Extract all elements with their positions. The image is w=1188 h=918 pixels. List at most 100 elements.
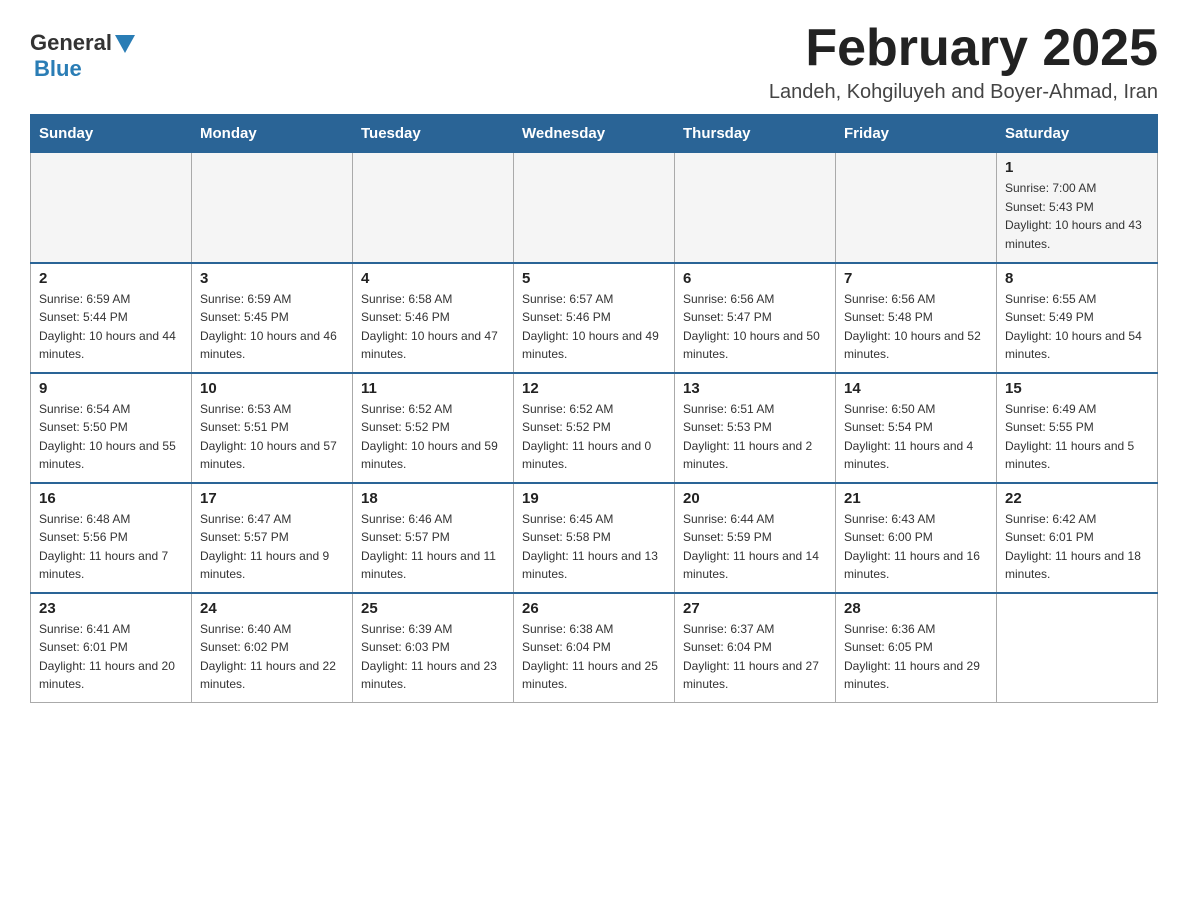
day-info: Sunrise: 6:41 AMSunset: 6:01 PMDaylight:… <box>39 620 183 694</box>
day-number: 14 <box>844 380 988 397</box>
day-number: 16 <box>39 490 183 507</box>
calendar-cell: 22 Sunrise: 6:42 AMSunset: 6:01 PMDayligh… <box>997 483 1158 593</box>
calendar-cell: 26 Sunrise: 6:38 AMSunset: 6:04 PMDayligh… <box>514 593 675 703</box>
calendar-cell: 23 Sunrise: 6:41 AMSunset: 6:01 PMDayligh… <box>31 593 192 703</box>
day-info: Sunrise: 6:38 AMSunset: 6:04 PMDaylight:… <box>522 620 666 694</box>
day-number: 2 <box>39 270 183 287</box>
day-number: 23 <box>39 600 183 617</box>
day-info: Sunrise: 6:52 AMSunset: 5:52 PMDaylight:… <box>522 400 666 474</box>
day-info: Sunrise: 6:49 AMSunset: 5:55 PMDaylight:… <box>1005 400 1149 474</box>
day-info: Sunrise: 6:39 AMSunset: 6:03 PMDaylight:… <box>361 620 505 694</box>
day-info: Sunrise: 6:40 AMSunset: 6:02 PMDaylight:… <box>200 620 344 694</box>
day-number: 19 <box>522 490 666 507</box>
logo-triangle-icon <box>115 35 135 53</box>
day-info: Sunrise: 6:45 AMSunset: 5:58 PMDaylight:… <box>522 510 666 584</box>
calendar-cell: 15Sunrise: 6:49 AMSunset: 5:55 PMDayligh… <box>997 373 1158 483</box>
calendar-cell: 27 Sunrise: 6:37 AMSunset: 6:04 PMDayligh… <box>675 593 836 703</box>
day-info: Sunrise: 6:42 AMSunset: 6:01 PMDaylight:… <box>1005 510 1149 584</box>
day-number: 25 <box>361 600 505 617</box>
weekday-header-sunday: Sunday <box>31 115 192 153</box>
calendar-cell: 2 Sunrise: 6:59 AMSunset: 5:44 PMDaylight… <box>31 263 192 373</box>
calendar-cell <box>353 153 514 263</box>
calendar-cell <box>836 153 997 263</box>
location-title: Landeh, Kohgiluyeh and Boyer-Ahmad, Iran <box>769 81 1158 104</box>
day-number: 21 <box>844 490 988 507</box>
header: General Blue February 2025 Landeh, Kohgi… <box>30 20 1158 104</box>
calendar-cell: 10Sunrise: 6:53 AMSunset: 5:51 PMDayligh… <box>192 373 353 483</box>
calendar-cell: 14 Sunrise: 6:50 AMSunset: 5:54 PMDayligh… <box>836 373 997 483</box>
day-number: 10 <box>200 380 344 397</box>
day-info: Sunrise: 6:50 AMSunset: 5:54 PMDaylight:… <box>844 400 988 474</box>
day-info: Sunrise: 6:47 AMSunset: 5:57 PMDaylight:… <box>200 510 344 584</box>
day-info: Sunrise: 6:44 AMSunset: 5:59 PMDaylight:… <box>683 510 827 584</box>
calendar-week-row: 1 Sunrise: 7:00 AMSunset: 5:43 PMDaylight… <box>31 153 1158 263</box>
calendar-cell: 24 Sunrise: 6:40 AMSunset: 6:02 PMDayligh… <box>192 593 353 703</box>
calendar-cell: 13 Sunrise: 6:51 AMSunset: 5:53 PMDayligh… <box>675 373 836 483</box>
calendar-cell: 9 Sunrise: 6:54 AMSunset: 5:50 PMDaylight… <box>31 373 192 483</box>
day-number: 17 <box>200 490 344 507</box>
logo-general-text: General <box>30 30 135 56</box>
weekday-header-friday: Friday <box>836 115 997 153</box>
day-info: Sunrise: 6:55 AMSunset: 5:49 PMDaylight:… <box>1005 290 1149 364</box>
calendar-cell: 18Sunrise: 6:46 AMSunset: 5:57 PMDayligh… <box>353 483 514 593</box>
month-title: February 2025 <box>769 20 1158 77</box>
logo-general-label: General <box>30 30 112 56</box>
calendar-cell: 25 Sunrise: 6:39 AMSunset: 6:03 PMDayligh… <box>353 593 514 703</box>
calendar-cell: 20 Sunrise: 6:44 AMSunset: 5:59 PMDayligh… <box>675 483 836 593</box>
day-info: Sunrise: 6:54 AMSunset: 5:50 PMDaylight:… <box>39 400 183 474</box>
day-info: Sunrise: 6:46 AMSunset: 5:57 PMDaylight:… <box>361 510 505 584</box>
day-number: 7 <box>844 270 988 287</box>
day-number: 22 <box>1005 490 1149 507</box>
logo-blue-label: Blue <box>34 56 82 81</box>
day-number: 8 <box>1005 270 1149 287</box>
calendar-cell: 1 Sunrise: 7:00 AMSunset: 5:43 PMDaylight… <box>997 153 1158 263</box>
day-info: Sunrise: 6:37 AMSunset: 6:04 PMDaylight:… <box>683 620 827 694</box>
day-number: 3 <box>200 270 344 287</box>
day-number: 26 <box>522 600 666 617</box>
day-info: Sunrise: 6:59 AMSunset: 5:44 PMDaylight:… <box>39 290 183 364</box>
calendar-cell <box>514 153 675 263</box>
day-info: Sunrise: 6:59 AMSunset: 5:45 PMDaylight:… <box>200 290 344 364</box>
day-info: Sunrise: 6:48 AMSunset: 5:56 PMDaylight:… <box>39 510 183 584</box>
calendar-cell: 21 Sunrise: 6:43 AMSunset: 6:00 PMDayligh… <box>836 483 997 593</box>
weekday-header-row: SundayMondayTuesdayWednesdayThursdayFrid… <box>31 115 1158 153</box>
calendar-cell <box>192 153 353 263</box>
day-number: 13 <box>683 380 827 397</box>
day-number: 6 <box>683 270 827 287</box>
calendar-cell: 12Sunrise: 6:52 AMSunset: 5:52 PMDayligh… <box>514 373 675 483</box>
calendar-week-row: 23 Sunrise: 6:41 AMSunset: 6:01 PMDayligh… <box>31 593 1158 703</box>
weekday-header-wednesday: Wednesday <box>514 115 675 153</box>
day-number: 28 <box>844 600 988 617</box>
day-info: Sunrise: 7:00 AMSunset: 5:43 PMDaylight:… <box>1005 179 1149 253</box>
calendar-cell: 4Sunrise: 6:58 AMSunset: 5:46 PMDaylight… <box>353 263 514 373</box>
day-info: Sunrise: 6:43 AMSunset: 6:00 PMDaylight:… <box>844 510 988 584</box>
calendar-cell: 11Sunrise: 6:52 AMSunset: 5:52 PMDayligh… <box>353 373 514 483</box>
calendar-cell <box>31 153 192 263</box>
day-number: 20 <box>683 490 827 507</box>
day-info: Sunrise: 6:56 AMSunset: 5:47 PMDaylight:… <box>683 290 827 364</box>
day-number: 9 <box>39 380 183 397</box>
calendar-cell: 5Sunrise: 6:57 AMSunset: 5:46 PMDaylight… <box>514 263 675 373</box>
calendar-week-row: 9 Sunrise: 6:54 AMSunset: 5:50 PMDaylight… <box>31 373 1158 483</box>
calendar-cell: 8 Sunrise: 6:55 AMSunset: 5:49 PMDaylight… <box>997 263 1158 373</box>
weekday-header-tuesday: Tuesday <box>353 115 514 153</box>
calendar-cell: 28Sunrise: 6:36 AMSunset: 6:05 PMDayligh… <box>836 593 997 703</box>
calendar-week-row: 2 Sunrise: 6:59 AMSunset: 5:44 PMDaylight… <box>31 263 1158 373</box>
calendar-cell: 7Sunrise: 6:56 AMSunset: 5:48 PMDaylight… <box>836 263 997 373</box>
day-info: Sunrise: 6:58 AMSunset: 5:46 PMDaylight:… <box>361 290 505 364</box>
logo: General Blue <box>30 20 135 82</box>
title-area: February 2025 Landeh, Kohgiluyeh and Boy… <box>769 20 1158 104</box>
weekday-header-thursday: Thursday <box>675 115 836 153</box>
weekday-header-saturday: Saturday <box>997 115 1158 153</box>
calendar-cell <box>675 153 836 263</box>
calendar-cell: 16 Sunrise: 6:48 AMSunset: 5:56 PMDayligh… <box>31 483 192 593</box>
day-info: Sunrise: 6:57 AMSunset: 5:46 PMDaylight:… <box>522 290 666 364</box>
day-info: Sunrise: 6:51 AMSunset: 5:53 PMDaylight:… <box>683 400 827 474</box>
calendar-table: SundayMondayTuesdayWednesdayThursdayFrid… <box>30 114 1158 703</box>
calendar-cell: 19 Sunrise: 6:45 AMSunset: 5:58 PMDayligh… <box>514 483 675 593</box>
day-number: 24 <box>200 600 344 617</box>
day-number: 1 <box>1005 159 1149 176</box>
calendar-cell: 17 Sunrise: 6:47 AMSunset: 5:57 PMDayligh… <box>192 483 353 593</box>
day-number: 27 <box>683 600 827 617</box>
day-number: 11 <box>361 380 505 397</box>
